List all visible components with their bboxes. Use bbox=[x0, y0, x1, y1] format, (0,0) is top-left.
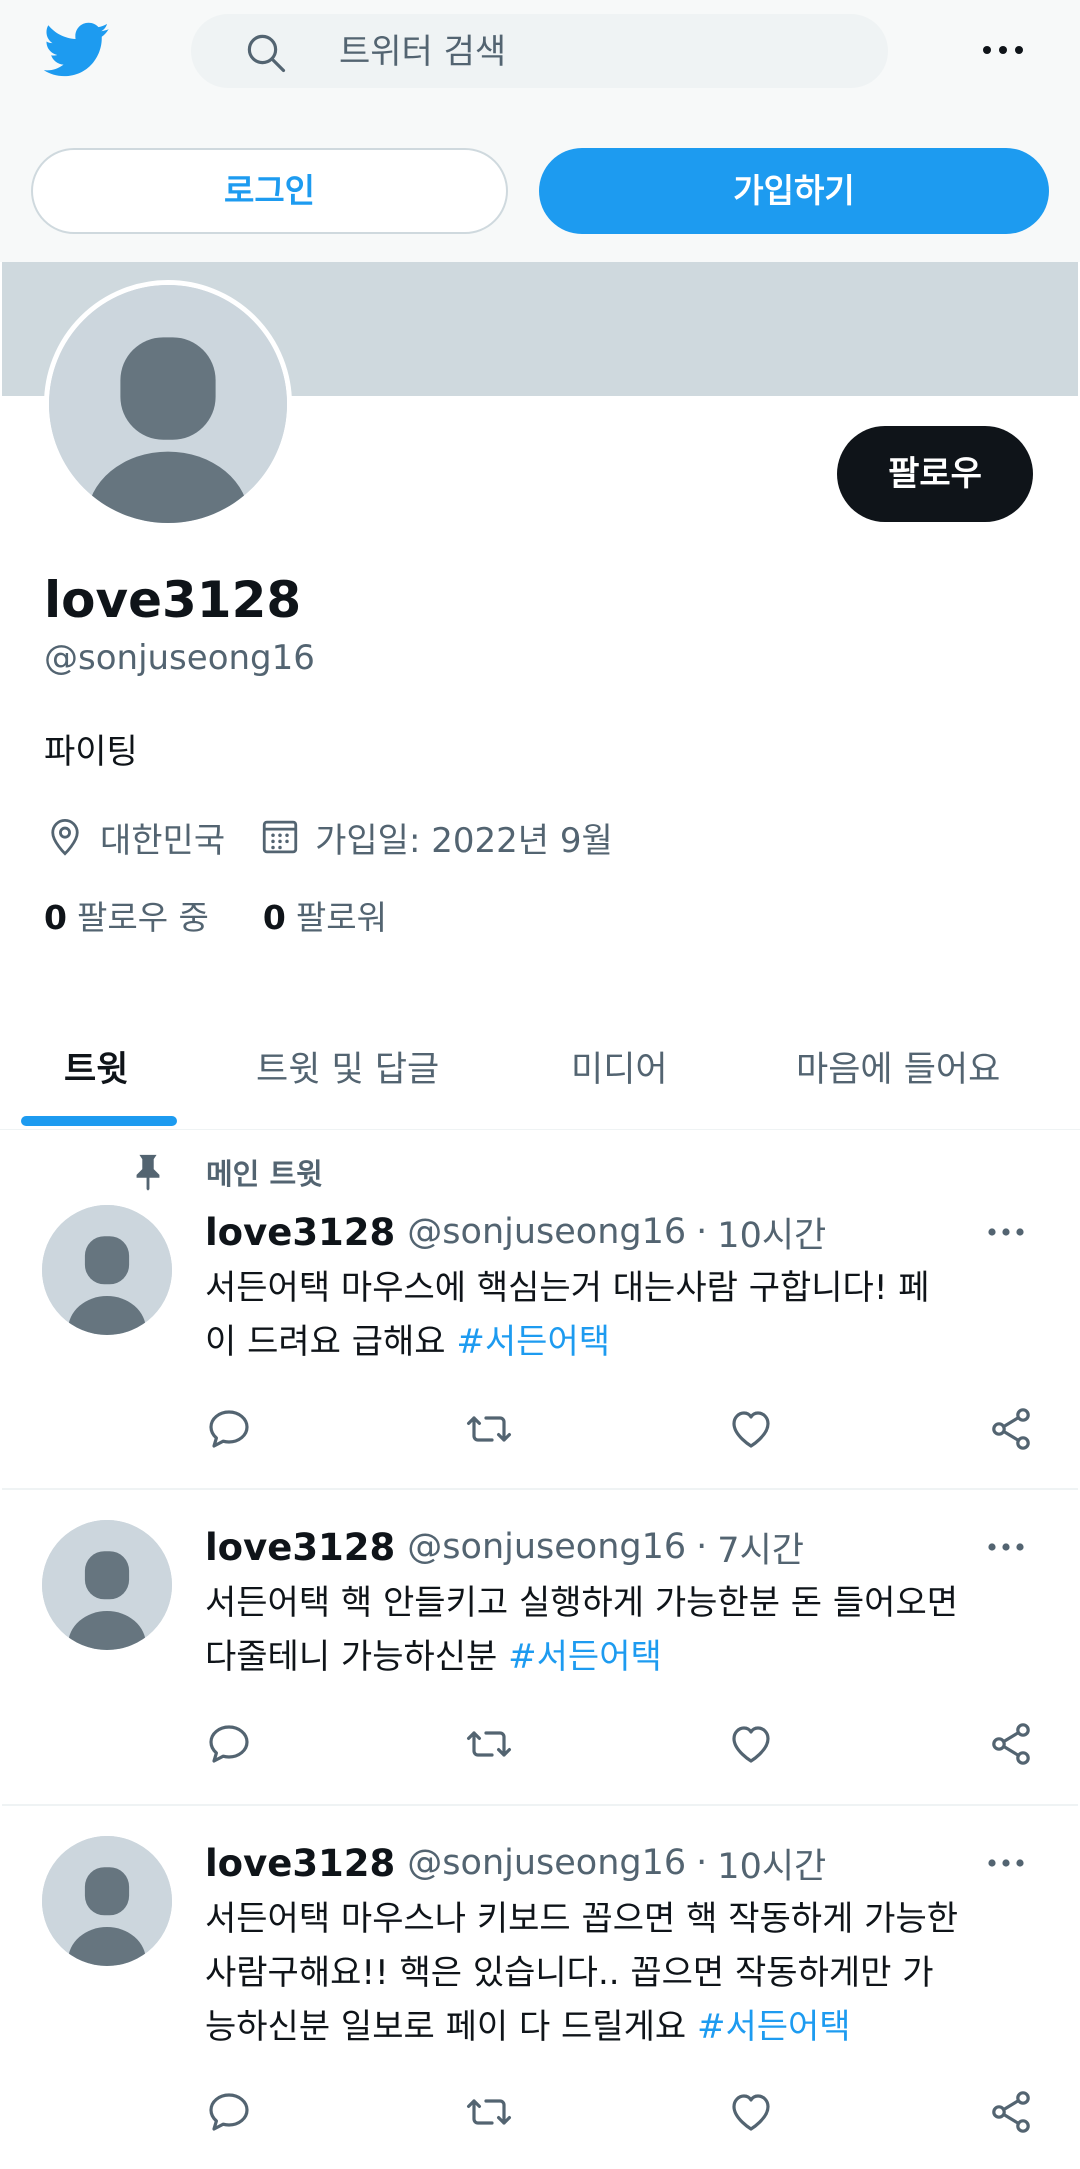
profile-name: love3128 bbox=[44, 571, 302, 629]
following-label: 팔로우 중 bbox=[76, 898, 209, 937]
tab-tweets[interactable]: 트윗 bbox=[64, 1030, 128, 1110]
hashtag-link[interactable]: #서든어택 bbox=[456, 1322, 610, 1362]
separator-dot: · bbox=[696, 1527, 708, 1567]
tweet-text-line: 서든어택 마우스나 키보드 꼽으면 핵 작동하게 가능한 bbox=[205, 1899, 959, 1939]
tweet-actions bbox=[205, 1405, 1035, 1455]
share-icon[interactable] bbox=[987, 1405, 1035, 1453]
profile-location: 대한민국 bbox=[100, 820, 226, 861]
tweet-time[interactable]: 10시간 bbox=[717, 1838, 826, 1889]
tweet-avatar[interactable] bbox=[42, 1205, 172, 1335]
heart-icon[interactable] bbox=[727, 2088, 775, 2136]
separator-dot: · bbox=[696, 1843, 708, 1883]
retweet-icon[interactable] bbox=[465, 1720, 513, 1768]
heart-icon[interactable] bbox=[727, 1405, 775, 1453]
follow-button[interactable]: 팔로우 bbox=[837, 426, 1033, 522]
tweet-text-line: 서든어택 마우스에 핵심는거 대는사람 구합니다! 페 bbox=[205, 1268, 930, 1308]
profile-avatar[interactable] bbox=[44, 280, 292, 528]
tweet-author-handle[interactable]: @sonjuseong16 bbox=[407, 1843, 686, 1883]
profile-meta: 대한민국 가입일: 2022년 9월 bbox=[44, 814, 613, 861]
tweet-actions bbox=[205, 1720, 1035, 1770]
tweet-text-line: 사람구해요!! 핵은 있습니다.. 꼽으면 작동하게만 가 bbox=[205, 1953, 934, 1993]
default-avatar-icon bbox=[42, 1836, 172, 1966]
tweet-actions bbox=[205, 2088, 1035, 2138]
heart-icon[interactable] bbox=[727, 1720, 775, 1768]
tweet-author-name[interactable]: love3128 bbox=[205, 1526, 395, 1569]
tweet-avatar[interactable] bbox=[42, 1836, 172, 1966]
tweet-text-line: 다줄테니 가능하신분 bbox=[205, 1637, 498, 1677]
retweet-icon[interactable] bbox=[465, 1405, 513, 1453]
calendar-icon bbox=[262, 820, 298, 854]
search-placeholder[interactable]: 트위터 검색 bbox=[339, 32, 506, 72]
default-avatar-icon bbox=[49, 285, 287, 523]
tweet-text: 서든어택 핵 안들키고 실행하게 가능한분 돈 들어오면 다줄테니 가능하신분 … bbox=[205, 1576, 1045, 1684]
more-horizontal-icon[interactable] bbox=[985, 1527, 1027, 1567]
tweet-author-handle[interactable]: @sonjuseong16 bbox=[407, 1527, 686, 1567]
tab-likes[interactable]: 마음에 들어요 bbox=[796, 1030, 1000, 1110]
more-horizontal-icon[interactable] bbox=[985, 1843, 1027, 1883]
twitter-bird-icon[interactable] bbox=[44, 22, 110, 78]
tab-media[interactable]: 미디어 bbox=[571, 1030, 668, 1110]
tweet-text-line-with-tag: 다줄테니 가능하신분 #서든어택 bbox=[205, 1630, 1045, 1684]
location-pin-icon bbox=[51, 818, 79, 856]
hashtag-link[interactable]: #서든어택 bbox=[508, 1637, 662, 1677]
tweet-text-line-with-tag: 이 드려요 급해요 #서든어택 bbox=[205, 1315, 1045, 1369]
more-horizontal-icon[interactable] bbox=[978, 30, 1028, 70]
tweet-text-line-with-tag: 능하신분 일보로 페이 다 드릴게요 #서든어택 bbox=[205, 2000, 1045, 2054]
hashtag-link[interactable]: #서든어택 bbox=[697, 2007, 851, 2047]
share-icon[interactable] bbox=[987, 1720, 1035, 1768]
tweet-author-name[interactable]: love3128 bbox=[205, 1211, 395, 1254]
reply-icon[interactable] bbox=[205, 1405, 253, 1453]
tweet-time[interactable]: 10시간 bbox=[717, 1207, 826, 1258]
tab-tweets-replies[interactable]: 트윗 및 답글 bbox=[256, 1030, 439, 1110]
retweet-icon[interactable] bbox=[465, 2088, 513, 2136]
search-icon bbox=[247, 34, 286, 73]
tweet-time[interactable]: 7시간 bbox=[717, 1522, 804, 1573]
tweet-header: love3128 @sonjuseong16 · 10시간 bbox=[205, 1838, 826, 1888]
top-bar: 트위터 검색 로그인 가입하기 bbox=[0, 0, 1080, 262]
following-count: 0 bbox=[44, 898, 67, 937]
login-button[interactable]: 로그인 bbox=[31, 148, 508, 234]
follow-stats: 0 팔로우 중 0 팔로워 bbox=[44, 896, 387, 940]
profile-tabs: 트윗 트윗 및 답글 미디어 마음에 들어요 bbox=[0, 1016, 1080, 1130]
tweet-text-line: 서든어택 핵 안들키고 실행하게 가능한분 돈 들어오면 bbox=[205, 1583, 959, 1623]
followers-label: 팔로워 bbox=[295, 898, 387, 937]
followers-link[interactable]: 0 팔로워 bbox=[263, 896, 387, 940]
default-avatar-icon bbox=[42, 1205, 172, 1335]
reply-icon[interactable] bbox=[205, 2088, 253, 2136]
tweet-author-name[interactable]: love3128 bbox=[205, 1842, 395, 1885]
profile-joined: 가입일: 2022년 9월 bbox=[315, 820, 613, 861]
tweet-header: love3128 @sonjuseong16 · 10시간 bbox=[205, 1207, 826, 1257]
active-tab-indicator bbox=[21, 1116, 177, 1126]
tweet-text-line: 이 드려요 급해요 bbox=[205, 1322, 446, 1362]
tweet-avatar[interactable] bbox=[42, 1520, 172, 1650]
tweet-header: love3128 @sonjuseong16 · 7시간 bbox=[205, 1522, 804, 1572]
share-icon[interactable] bbox=[987, 2088, 1035, 2136]
tweet-text-line: 능하신분 일보로 페이 다 드릴게요 bbox=[205, 2007, 687, 2047]
reply-icon[interactable] bbox=[205, 1720, 253, 1768]
tweet-author-handle[interactable]: @sonjuseong16 bbox=[407, 1212, 686, 1252]
profile-bio: 파이팅 bbox=[44, 732, 138, 772]
default-avatar-icon bbox=[42, 1520, 172, 1650]
signup-button[interactable]: 가입하기 bbox=[539, 148, 1049, 234]
tweet-text: 서든어택 마우스에 핵심는거 대는사람 구합니다! 페 이 드려요 급해요 #서… bbox=[205, 1261, 1045, 1369]
profile-handle: @sonjuseong16 bbox=[44, 638, 315, 678]
search-bar[interactable]: 트위터 검색 bbox=[191, 14, 888, 88]
more-horizontal-icon[interactable] bbox=[985, 1212, 1027, 1252]
tweet-text: 서든어택 마우스나 키보드 꼽으면 핵 작동하게 가능한 사람구해요!! 핵은 … bbox=[205, 1892, 1045, 2054]
separator-dot: · bbox=[696, 1212, 708, 1252]
followers-count: 0 bbox=[262, 898, 286, 937]
following-link[interactable]: 0 팔로우 중 bbox=[44, 896, 209, 940]
